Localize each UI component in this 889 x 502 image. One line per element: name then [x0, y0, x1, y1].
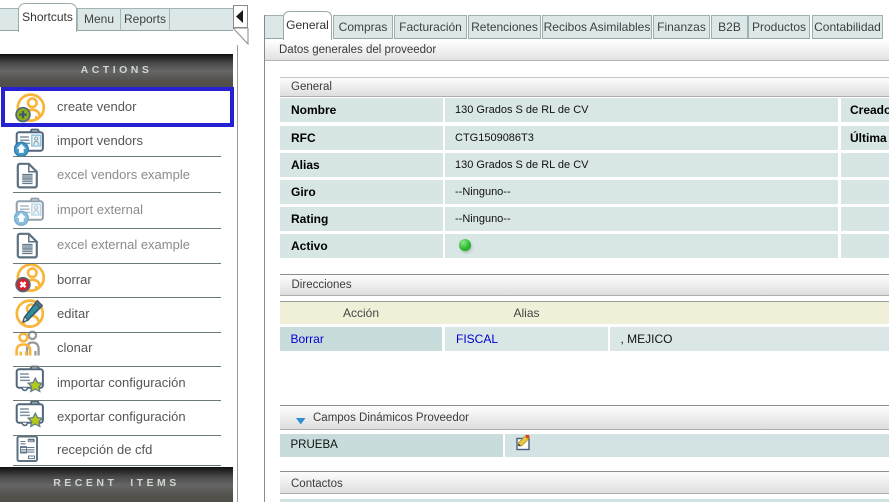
svg-text:001: 001: [29, 439, 34, 443]
